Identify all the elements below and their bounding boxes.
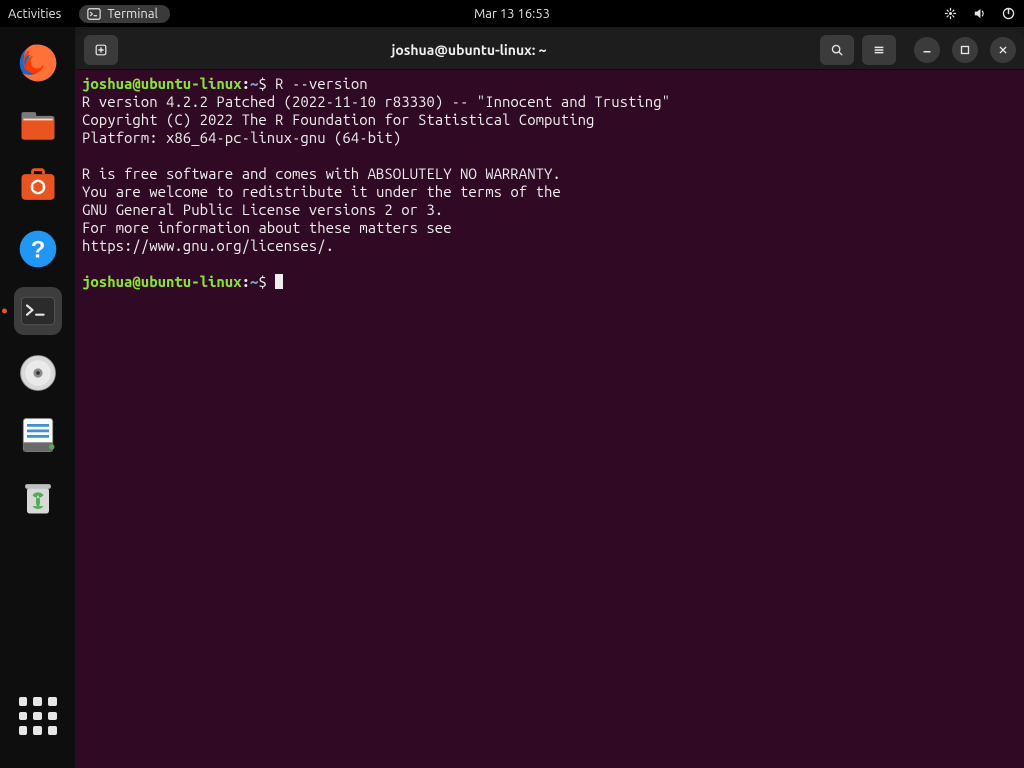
- minimize-button[interactable]: [914, 37, 940, 63]
- firefox-icon: [16, 41, 60, 85]
- search-icon: [830, 43, 844, 57]
- terminal-body[interactable]: joshua@ubuntu-linux:~$ R --versionR vers…: [76, 70, 1024, 768]
- dock-software[interactable]: [14, 163, 62, 211]
- dock-help[interactable]: ?: [14, 225, 62, 273]
- terminal-output-line: [82, 147, 1018, 165]
- minimize-icon: [920, 43, 934, 57]
- files-icon: [16, 103, 60, 147]
- panel-right-status[interactable]: [943, 6, 1016, 21]
- hamburger-icon: [872, 43, 886, 57]
- terminal-output-line: https://www.gnu.org/licenses/.: [82, 237, 1018, 255]
- dock-trash[interactable]: [14, 473, 62, 521]
- search-button[interactable]: [820, 35, 854, 65]
- maximize-icon: [958, 43, 972, 57]
- terminal-output-line: GNU General Public License versions 2 or…: [82, 201, 1018, 219]
- terminal-output-line: Platform: x86_64-pc-linux-gnu (64-bit): [82, 129, 1018, 147]
- new-tab-icon: [94, 43, 108, 57]
- dock-disk[interactable]: [14, 349, 62, 397]
- dock: ?: [0, 27, 75, 768]
- help-icon: ?: [16, 227, 60, 271]
- terminal-line: joshua@ubuntu-linux:~$ R --version: [82, 75, 1018, 93]
- cursor: [275, 274, 283, 289]
- window-title: joshua@ubuntu-linux: ~: [126, 42, 812, 58]
- trash-icon: [16, 475, 60, 519]
- power-icon: [1001, 6, 1016, 21]
- clock[interactable]: Mar 13 16:53: [474, 7, 550, 21]
- panel-left: Activities Terminal: [8, 5, 170, 23]
- command-text: R --version: [275, 75, 367, 92]
- new-tab-button[interactable]: [84, 35, 118, 65]
- activities-button[interactable]: Activities: [8, 7, 61, 21]
- network-icon: [943, 6, 958, 21]
- gnome-top-panel: Activities Terminal Mar 13 16:53: [0, 0, 1024, 27]
- terminal-output-line: R version 4.2.2 Patched (2022-11-10 r833…: [82, 93, 1018, 111]
- show-applications[interactable]: [14, 692, 62, 740]
- disk-icon: [16, 351, 60, 395]
- volume-icon: [972, 6, 987, 21]
- terminal-app-icon: [16, 289, 60, 333]
- terminal-window: joshua@ubuntu-linux: ~ joshua@ubuntu-l: [76, 30, 1024, 768]
- terminal-output-line: You are welcome to redistribute it under…: [82, 183, 1018, 201]
- terminal-output-line: For more information about these matters…: [82, 219, 1018, 237]
- close-button[interactable]: [990, 37, 1016, 63]
- menu-button[interactable]: [862, 35, 896, 65]
- dock-firefox[interactable]: [14, 39, 62, 87]
- close-icon: [996, 43, 1010, 57]
- ubuntu-software-icon: [16, 165, 60, 209]
- dock-terminal[interactable]: [14, 287, 62, 335]
- text-editor-icon: [16, 413, 60, 457]
- terminal-icon: [87, 7, 101, 21]
- svg-text:?: ?: [30, 236, 45, 263]
- maximize-button[interactable]: [952, 37, 978, 63]
- active-app-name: Terminal: [107, 7, 158, 21]
- terminal-output-line: Copyright (C) 2022 The R Foundation for …: [82, 111, 1018, 129]
- terminal-prompt-line: joshua@ubuntu-linux:~$: [82, 273, 1018, 291]
- active-app-indicator[interactable]: Terminal: [79, 5, 170, 23]
- window-titlebar: joshua@ubuntu-linux: ~: [76, 30, 1024, 70]
- terminal-output-line: R is free software and comes with ABSOLU…: [82, 165, 1018, 183]
- dock-files[interactable]: [14, 101, 62, 149]
- dock-text-editor[interactable]: [14, 411, 62, 459]
